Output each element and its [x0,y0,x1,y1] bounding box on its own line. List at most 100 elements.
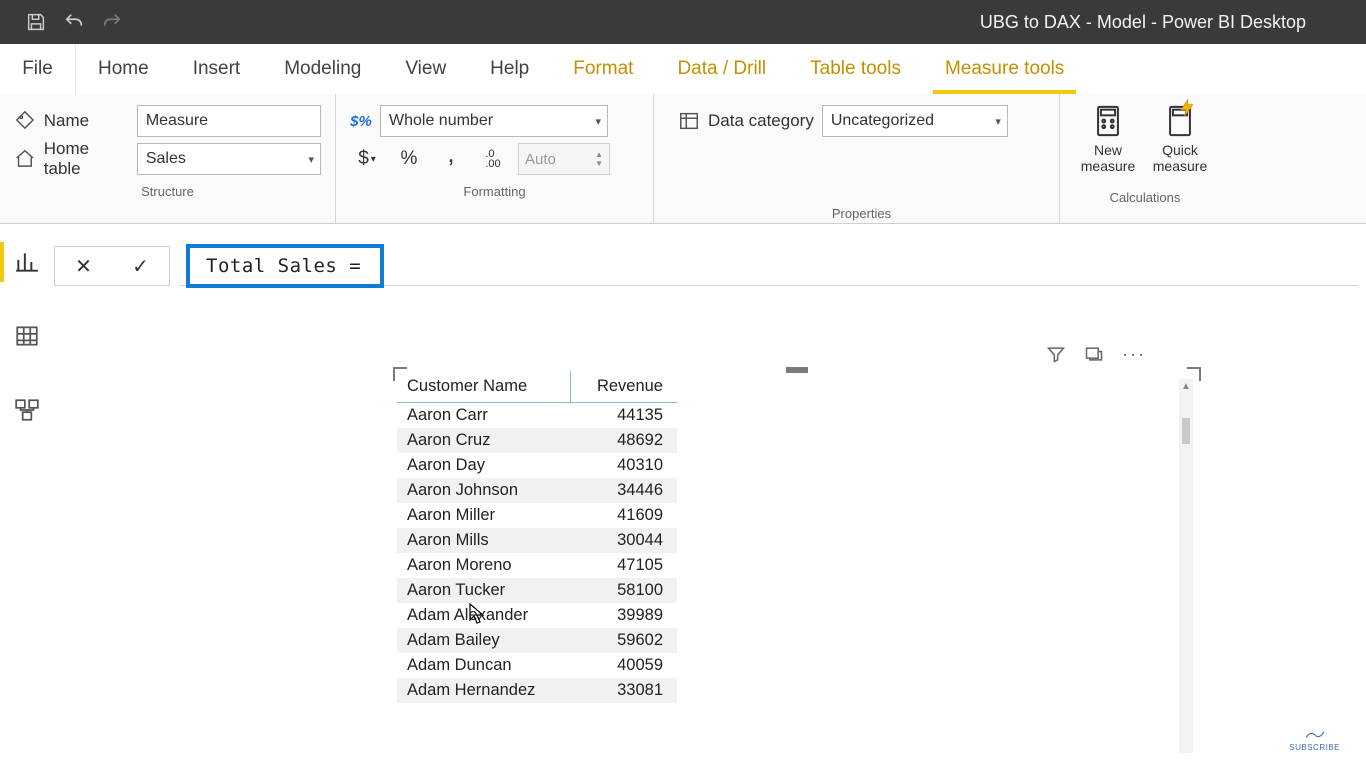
decimal-places-input[interactable]: Auto ▲▼ [518,143,610,175]
group-label-structure: Structure [14,178,321,199]
dax-formula-text[interactable]: Total Sales = [186,244,384,288]
home-table-select[interactable]: Sales▾ [137,143,321,175]
scroll-up-icon[interactable]: ▲ [1181,381,1191,392]
table-row[interactable]: Aaron Johnson34446 [397,478,677,503]
tab-help[interactable]: Help [468,44,551,94]
cell-customer: Aaron Day [397,453,571,478]
cell-customer: Adam Bailey [397,628,571,653]
cell-customer: Adam Duncan [397,653,571,678]
ribbon-group-calculations: New measure Quick measure Calculations [1060,94,1230,223]
cell-revenue: 59602 [571,628,677,653]
decimals-button[interactable]: .0.00 [476,143,510,175]
visual-header: ··· [1046,344,1146,369]
undo-icon[interactable] [62,10,86,34]
commit-formula-button[interactable]: ✓ [132,254,149,279]
more-options-icon[interactable]: ··· [1122,344,1146,369]
chevron-down-icon: ▾ [995,115,1001,128]
group-label-calculations: Calculations [1074,184,1216,205]
cell-revenue: 44135 [571,403,677,429]
cell-customer: Aaron Moreno [397,553,571,578]
cell-revenue: 48692 [571,428,677,453]
tab-table-tools[interactable]: Table tools [788,44,923,94]
home-icon [14,148,36,170]
table-row[interactable]: Aaron Miller41609 [397,503,677,528]
resize-handle-tl[interactable] [393,367,407,381]
name-label: Name [44,111,129,131]
ribbon-group-structure: Name Measure Home table Sales▾ Structure [0,94,336,223]
cell-revenue: 47105 [571,553,677,578]
table-row[interactable]: Adam Duncan40059 [397,653,677,678]
visual-scrollbar[interactable]: ▲ [1179,379,1193,753]
name-input[interactable]: Measure [137,105,321,137]
subscribe-watermark: SUBSCRIBE [1289,727,1340,752]
model-view-button[interactable] [7,390,47,430]
cell-customer: Aaron Mills [397,528,571,553]
scroll-thumb[interactable] [1182,418,1190,444]
table-row[interactable]: Adam Bailey59602 [397,628,677,653]
table-row[interactable]: Aaron Cruz48692 [397,428,677,453]
cancel-formula-button[interactable]: ✕ [75,254,92,279]
table-row[interactable]: Aaron Moreno47105 [397,553,677,578]
title-bar: UBG to DAX - Model - Power BI Desktop [0,0,1366,44]
tab-insert[interactable]: Insert [171,44,263,94]
ribbon-tab-strip: File Home Insert Modeling View Help Form… [0,44,1366,94]
ribbon-group-properties: Data category Uncategorized▾ Properties [654,94,1060,223]
data-category-label: Data category [708,111,814,131]
cell-customer: Aaron Carr [397,403,571,429]
formula-input-area[interactable]: Total Sales = [180,246,1358,286]
tab-measure-tools[interactable]: Measure tools [923,44,1086,94]
group-label-formatting: Formatting [350,178,639,199]
table-row[interactable]: Adam Alexander39989 [397,603,677,628]
table-row[interactable]: Aaron Tucker58100 [397,578,677,603]
quick-measure-icon [1163,104,1197,138]
filter-icon[interactable] [1046,344,1066,369]
tab-data-drill[interactable]: Data / Drill [655,44,788,94]
data-view-button[interactable] [7,316,47,356]
cell-customer: Adam Hernandez [397,678,571,703]
cell-customer: Aaron Cruz [397,428,571,453]
resize-handle-top[interactable] [786,367,808,373]
format-select[interactable]: Whole number▾ [380,105,608,137]
home-table-label: Home table [44,139,129,179]
window-title: UBG to DAX - Model - Power BI Desktop [124,12,1366,33]
table-visual[interactable]: Customer Name Revenue Aaron Carr44135Aar… [396,370,1198,762]
cell-customer: Adam Alexander [397,603,571,628]
report-view-button[interactable] [7,242,47,282]
save-icon[interactable] [24,10,48,34]
table-row[interactable]: Aaron Day40310 [397,453,677,478]
table-row[interactable]: Aaron Carr44135 [397,403,677,429]
cell-revenue: 40310 [571,453,677,478]
cell-revenue: 41609 [571,503,677,528]
currency-button[interactable]: $▾ [350,143,384,175]
table-row[interactable]: Aaron Mills30044 [397,528,677,553]
tab-home[interactable]: Home [76,44,171,94]
tab-format[interactable]: Format [551,44,655,94]
cell-revenue: 58100 [571,578,677,603]
data-category-select[interactable]: Uncategorized▾ [822,105,1008,137]
ribbon-body: Name Measure Home table Sales▾ Structure… [0,94,1366,224]
cell-revenue: 34446 [571,478,677,503]
view-switcher [0,224,54,768]
tab-file[interactable]: File [0,44,76,94]
thousands-button[interactable]: , [434,137,468,169]
column-header-revenue[interactable]: Revenue [571,371,677,403]
report-canvas[interactable]: ··· Customer Name Revenue Aaron Carr4413… [54,290,1366,768]
tab-view[interactable]: View [383,44,468,94]
redo-icon[interactable] [100,10,124,34]
cell-revenue: 39989 [571,603,677,628]
data-table: Customer Name Revenue Aaron Carr44135Aar… [397,371,677,703]
quick-measure-button[interactable]: Quick measure [1146,102,1214,184]
focus-mode-icon[interactable] [1084,344,1104,369]
quick-measure-label: Quick measure [1146,142,1214,174]
tab-modeling[interactable]: Modeling [262,44,383,94]
column-header-customer[interactable]: Customer Name [397,371,571,403]
new-measure-button[interactable]: New measure [1074,102,1142,184]
cell-customer: Aaron Miller [397,503,571,528]
new-measure-label: New measure [1074,142,1142,174]
formula-bar: ✕ ✓ Total Sales = [54,244,1358,288]
table-row[interactable]: Adam Hernandez33081 [397,678,677,703]
tag-icon [14,110,36,132]
format-icon: $% [350,110,372,132]
group-label-properties: Properties [678,200,1045,221]
percent-button[interactable]: % [392,143,426,175]
